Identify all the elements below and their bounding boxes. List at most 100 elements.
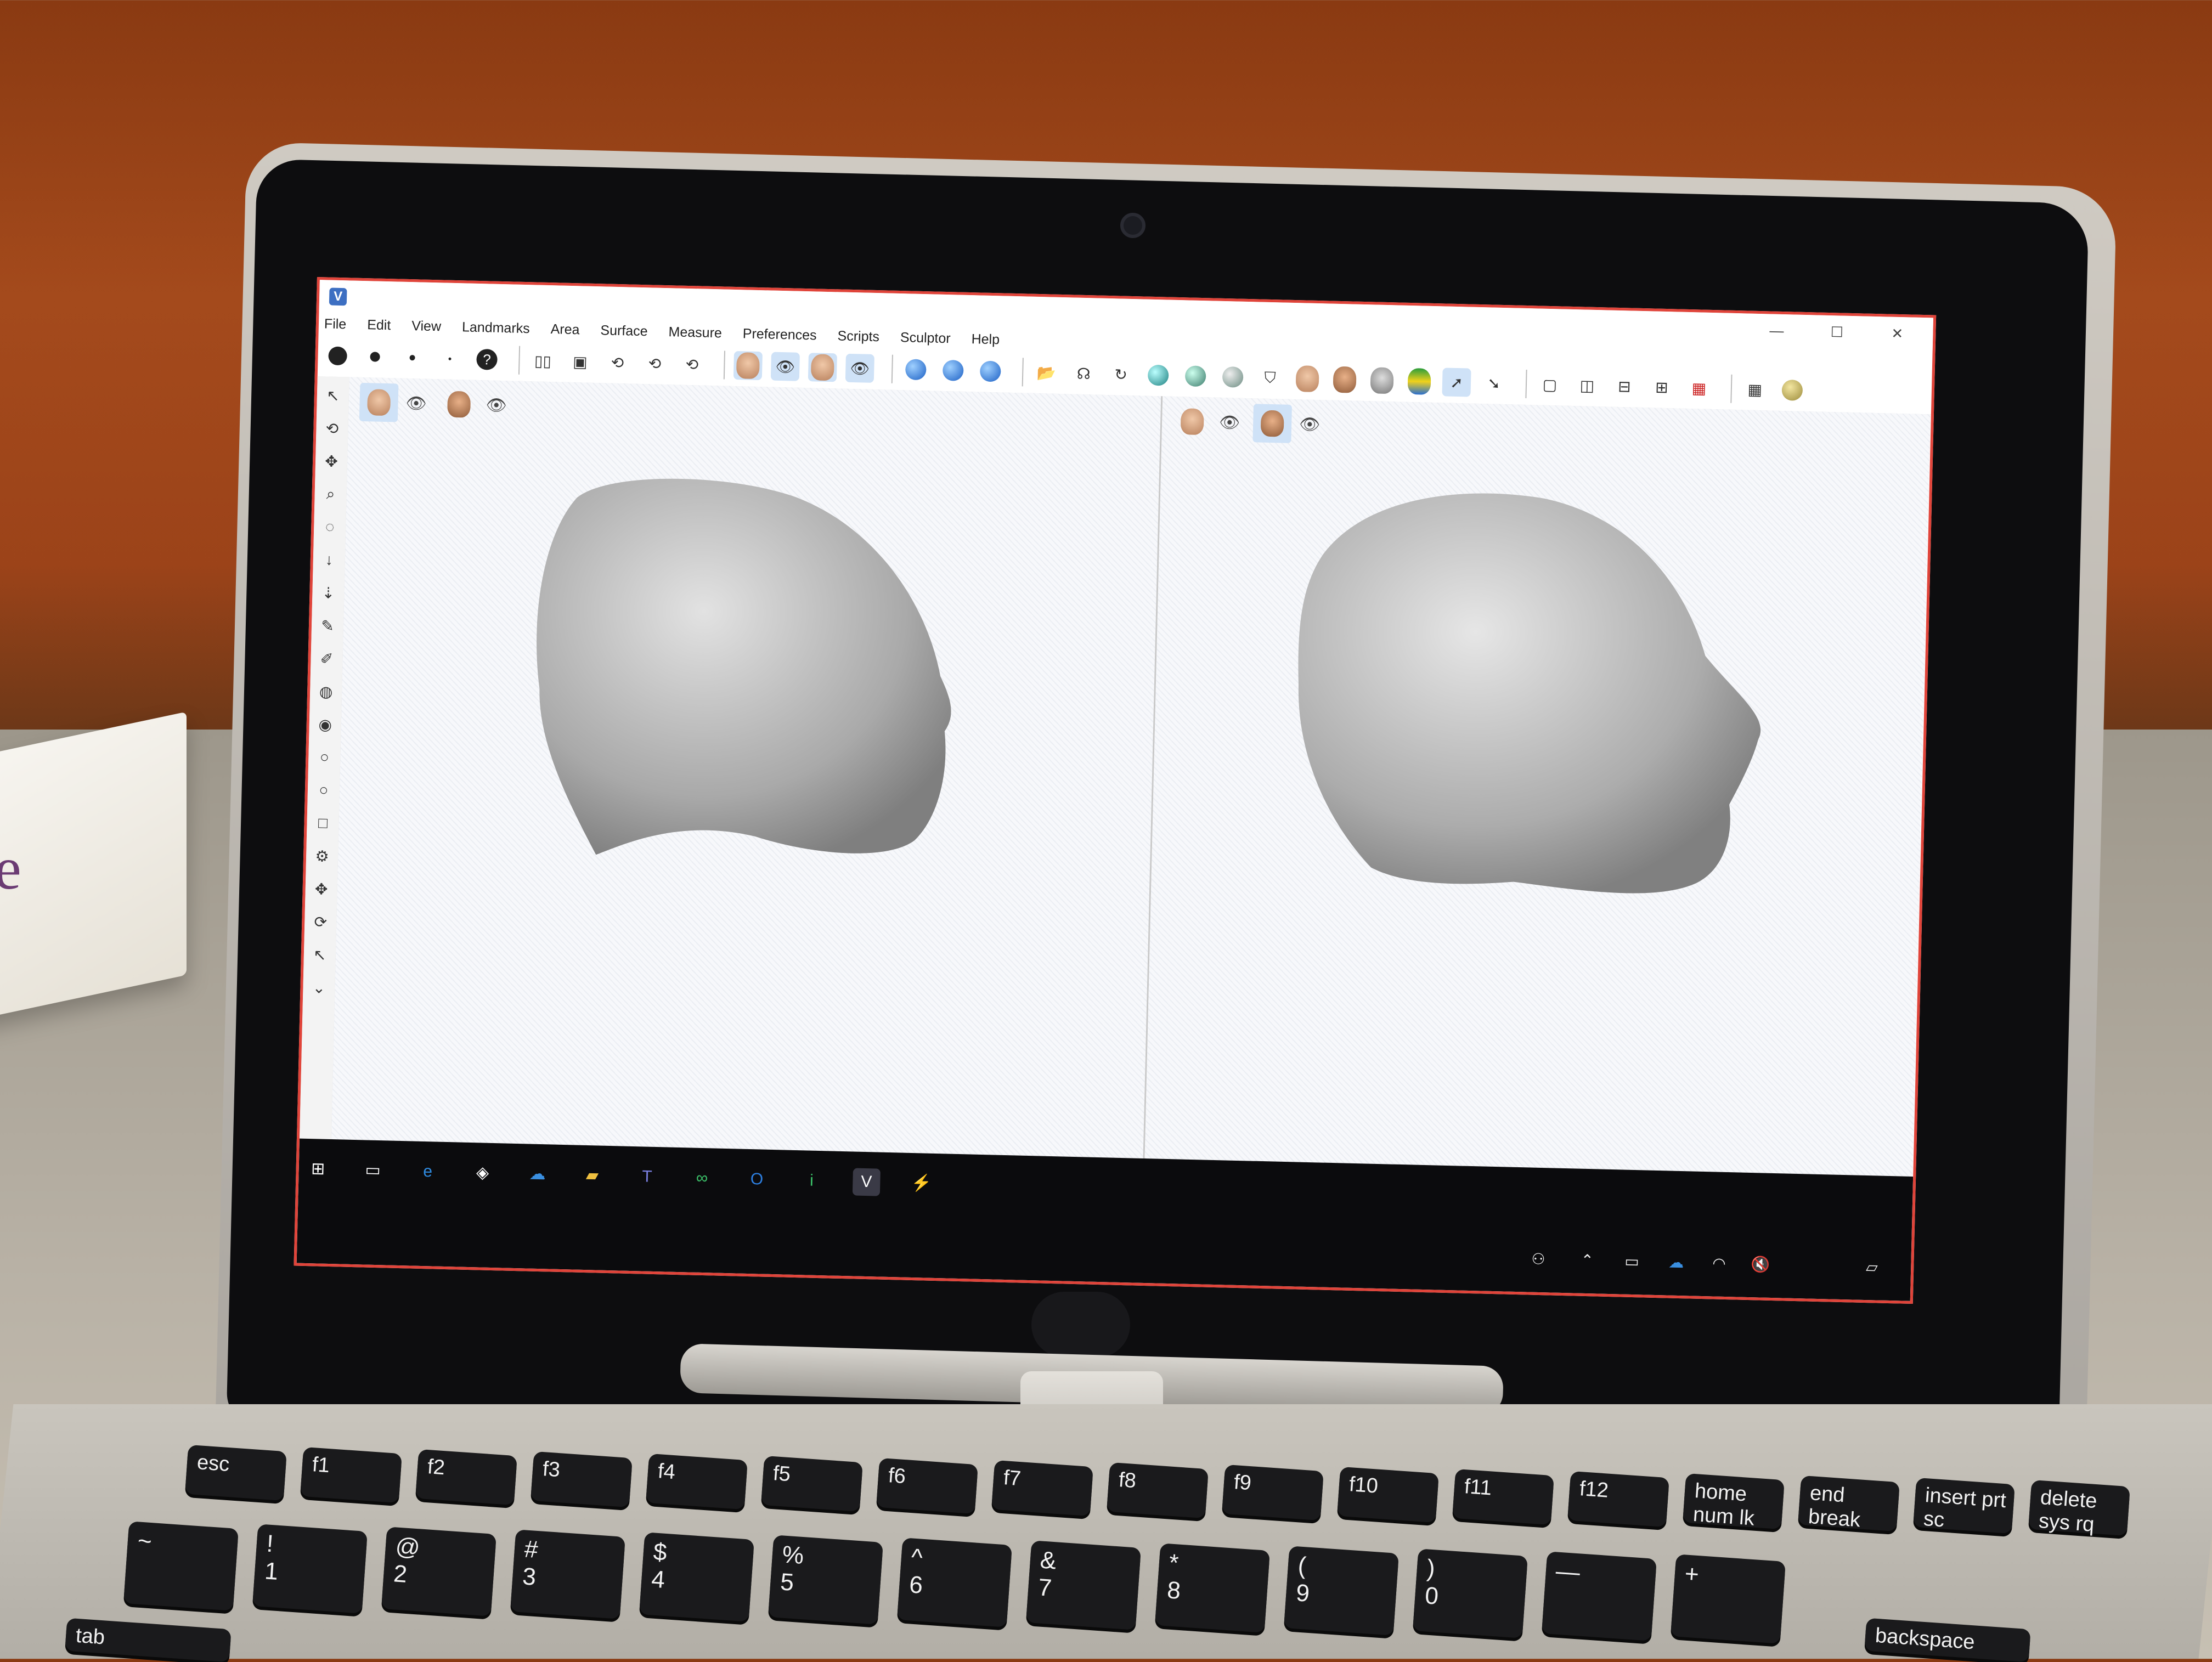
fill-tool-icon[interactable]: ◍	[314, 682, 338, 706]
cursor-arrow-icon[interactable]: ➘	[1479, 369, 1508, 398]
shade-smooth-icon[interactable]	[1144, 361, 1173, 390]
key-row2-3[interactable]: # 3	[510, 1529, 625, 1619]
layout-vertical-split-icon[interactable]: ◫	[1572, 371, 1601, 400]
acrobat-icon[interactable]: ⚡	[907, 1169, 935, 1197]
layout-single-icon[interactable]: ▢	[1535, 370, 1564, 399]
viewport-left[interactable]: 👁 👁	[331, 377, 1163, 1158]
key-row2-9[interactable]: ( 9	[1284, 1546, 1399, 1636]
face-model-1-button[interactable]	[733, 351, 763, 381]
shade-wire-icon[interactable]	[1218, 363, 1248, 392]
key-f10[interactable]: f10	[1337, 1466, 1439, 1523]
lasso-minus-icon[interactable]: ○	[312, 781, 335, 805]
layout-horizontal-split-icon[interactable]: ⊟	[1610, 372, 1639, 401]
file-explorer-icon[interactable]: ▰	[578, 1162, 606, 1190]
menu-area[interactable]: Area	[550, 321, 579, 338]
grid-icon[interactable]: ▦	[1740, 375, 1769, 404]
maximize-button[interactable]: ☐	[1807, 315, 1867, 349]
menu-sculptor[interactable]: Sculptor	[900, 330, 951, 347]
wireframe-head-icon[interactable]: ☊	[1069, 359, 1098, 388]
windows-start-icon[interactable]: ⊞	[304, 1155, 332, 1183]
menu-measure[interactable]: Measure	[668, 324, 722, 341]
key-row2-0[interactable]: ~	[123, 1521, 239, 1611]
menu-edit[interactable]: Edit	[367, 317, 391, 333]
key-f12[interactable]: f12	[1567, 1471, 1669, 1528]
select-tool-icon[interactable]: ↖	[321, 386, 345, 410]
menu-surface[interactable]: Surface	[600, 323, 648, 340]
key-row2-11[interactable]: —	[1542, 1551, 1657, 1641]
app-green-icon[interactable]: ∞	[688, 1164, 716, 1192]
point-size-large-button[interactable]	[323, 341, 352, 370]
key-row2-5[interactable]: % 5	[768, 1535, 883, 1625]
chevron-down-icon[interactable]: ⌄	[307, 979, 331, 1002]
rotate-x-icon[interactable]: ⟲	[603, 348, 632, 377]
face-heatmap-icon[interactable]	[1404, 367, 1434, 396]
teams-icon[interactable]: T	[633, 1163, 661, 1191]
key-f2[interactable]: f2	[415, 1449, 517, 1506]
battery-icon[interactable]: ▭	[1624, 1252, 1639, 1271]
key-f6[interactable]: f6	[876, 1457, 978, 1514]
rotate-tool-icon[interactable]: ⟳	[309, 913, 332, 936]
app-i-icon[interactable]: i	[798, 1167, 826, 1195]
pointer-tool-icon[interactable]: ↖	[308, 946, 331, 969]
view-body-icon[interactable]	[939, 356, 968, 385]
key-f7[interactable]: f7	[991, 1460, 1093, 1517]
key-f3[interactable]: f3	[531, 1451, 633, 1508]
face-texture-1-icon[interactable]	[1293, 364, 1322, 393]
windows-home-button[interactable]	[1031, 1292, 1130, 1358]
key-row2-10[interactable]: ) 0	[1413, 1548, 1528, 1638]
landmark-scale-icon[interactable]: ⇣	[317, 584, 340, 607]
key-row2-12[interactable]: +	[1671, 1554, 1786, 1644]
menu-scripts[interactable]: Scripts	[837, 328, 879, 345]
app-generic-icon[interactable]: ◈	[469, 1159, 496, 1187]
single-view-icon[interactable]: ▣	[566, 347, 595, 376]
viewport-right[interactable]: 👁 👁	[1144, 396, 1931, 1177]
minimize-button[interactable]: —	[1746, 313, 1807, 348]
shade-texture-icon[interactable]	[1181, 361, 1210, 391]
open-folder-icon[interactable]: 📂	[1032, 358, 1061, 387]
key-row2-4[interactable]: $ 4	[639, 1532, 754, 1622]
key-row2-8[interactable]: * 8	[1155, 1543, 1270, 1633]
volume-muted-icon[interactable]: 🔇	[1751, 1255, 1770, 1274]
side-by-side-icon[interactable]: ▯▯	[528, 346, 557, 375]
key-row2-1[interactable]: ! 1	[252, 1524, 368, 1614]
visibility-toggle-2[interactable]: 👁	[845, 353, 874, 383]
box-select-icon[interactable]: □	[311, 814, 335, 838]
people-icon[interactable]: ⚇	[1531, 1250, 1545, 1269]
key-delete[interactable]: delete sys rq	[2028, 1479, 2130, 1536]
gear-tool-icon[interactable]: ⚙	[311, 847, 334, 870]
key-insert[interactable]: insert prt sc	[1913, 1477, 2015, 1534]
onedrive-icon[interactable]: ☁	[523, 1160, 551, 1188]
key-f1[interactable]: f1	[300, 1446, 402, 1503]
tray-chevron-icon[interactable]: ⌃	[1581, 1251, 1594, 1270]
landmark-search-icon[interactable]: ⌕	[319, 485, 342, 508]
menu-preferences[interactable]: Preferences	[743, 326, 817, 343]
key-end[interactable]: end break	[1798, 1475, 1900, 1531]
cloud-icon[interactable]: ☁	[1668, 1253, 1684, 1272]
key-row2-6[interactable]: ^ 6	[897, 1537, 1012, 1627]
rotate-y-icon[interactable]: ⟲	[640, 349, 669, 378]
landmark-down-icon[interactable]: ↓	[317, 551, 341, 574]
face-gray-icon[interactable]	[1367, 366, 1396, 395]
key-f8[interactable]: f8	[1107, 1462, 1209, 1519]
rotate-z-icon[interactable]: ⟲	[678, 350, 707, 379]
lasso-tool-icon[interactable]: ○	[313, 748, 336, 772]
key-f5[interactable]: f5	[761, 1455, 863, 1512]
vectra-app-icon[interactable]: V	[852, 1168, 881, 1196]
layout-red-icon[interactable]: ▦	[1684, 374, 1713, 403]
task-view-icon[interactable]: ▭	[359, 1156, 387, 1184]
landmark-rotate-icon[interactable]: ⟲	[320, 419, 344, 443]
layout-quad-icon[interactable]: ⊞	[1647, 372, 1676, 402]
key-esc[interactable]: esc	[185, 1444, 287, 1501]
rotate-view-icon[interactable]: ↻	[1107, 360, 1136, 389]
close-button[interactable]: ✕	[1867, 316, 1928, 351]
landmark-move-icon[interactable]: ✥	[319, 452, 343, 476]
notification-icon[interactable]: ▱	[1866, 1258, 1878, 1276]
point-size-tiny-button[interactable]	[435, 344, 464, 373]
mask-outline-icon[interactable]: ⛉	[1256, 363, 1285, 392]
menu-help[interactable]: Help	[971, 331, 1000, 348]
head-gold-icon[interactable]	[1778, 376, 1807, 405]
face-model-2-button[interactable]	[808, 353, 837, 382]
face-texture-2-icon[interactable]	[1330, 365, 1359, 394]
view-profile-icon[interactable]	[976, 357, 1005, 386]
brush-tool-icon[interactable]: ✐	[315, 649, 338, 673]
